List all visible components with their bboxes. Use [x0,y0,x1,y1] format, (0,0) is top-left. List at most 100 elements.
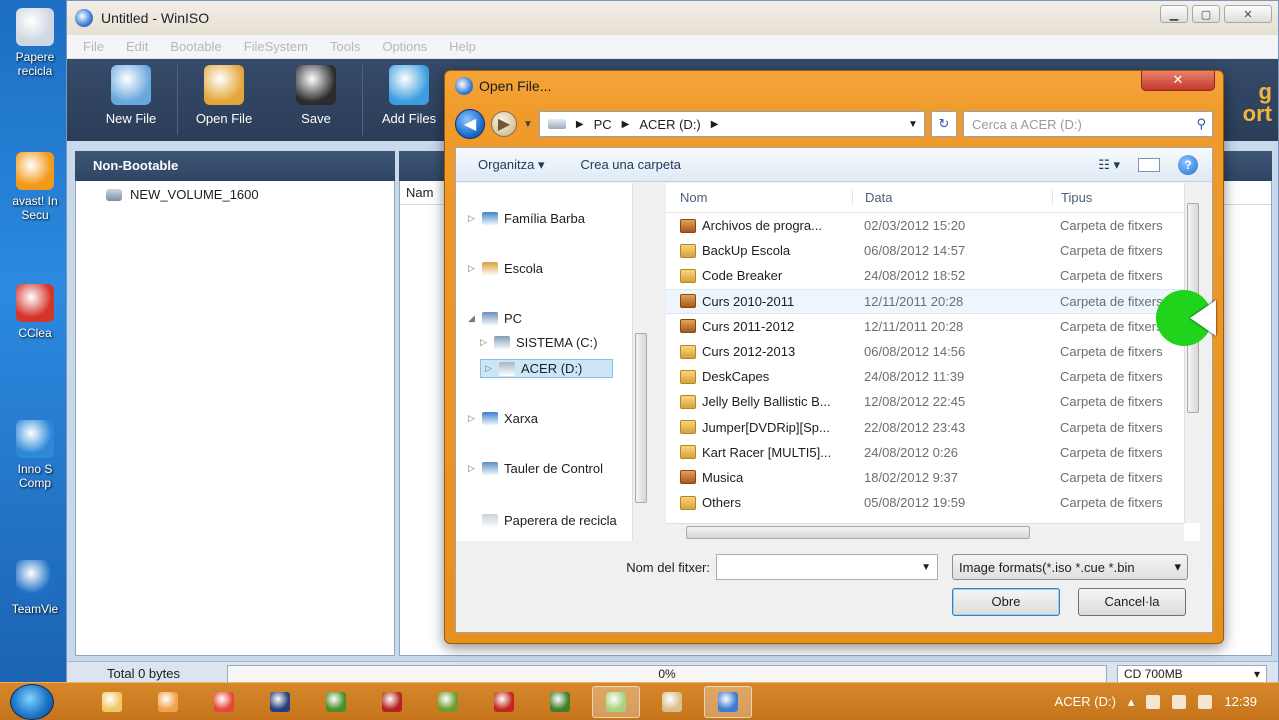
recent-locations-icon[interactable]: ▼ [523,119,533,130]
column-type[interactable]: Tipus [1052,190,1200,205]
menu-item-help[interactable]: Help [449,39,476,54]
file-row[interactable]: Kart Racer [MULTI5]... 24/08/2012 0:26 Car… [666,440,1200,465]
file-row[interactable]: DeskCapes 24/08/2012 11:39 Carpeta de fitx… [666,364,1200,389]
file-row[interactable]: Curs 2011-2012 12/11/2011 20:28 Carpeta de… [666,314,1200,339]
file-row[interactable]: Musica 18/02/2012 9:37 Carpeta de fitxers [666,465,1200,490]
flag-icon[interactable] [1146,694,1161,709]
taskbar-app-button[interactable] [88,686,136,718]
organize-menu[interactable]: Organitza ▾ [478,157,545,173]
minimize-icon[interactable]: ▁ [1160,5,1188,23]
file-row[interactable]: Curs 2010-2011 12/11/2011 20:28 Carpeta de… [666,288,1200,314]
nav-scrollbar[interactable] [632,183,648,541]
nav-item-escola[interactable]: ▷ Escola [468,261,543,276]
filename-input[interactable]: ▼ [716,554,938,580]
open-file-button[interactable]: Open File [178,59,270,126]
view-options-icon[interactable]: ☷ ▾ [1098,157,1120,173]
expand-arrow-icon[interactable]: ▷ [468,263,476,274]
column-name[interactable]: Nom [666,190,852,205]
file-row[interactable]: BackUp Escola 06/08/2012 14:57 Carpeta de … [666,238,1200,263]
path-segment-pc[interactable]: PC [594,117,612,132]
open-button[interactable]: Obre [952,588,1060,616]
file-row[interactable]: Jumper[DVDRip][Sp... 22/08/2012 23:43 Carp… [666,415,1200,440]
volume-icon[interactable] [1198,694,1213,709]
tray-drive-label[interactable]: ACER (D:) [1055,694,1116,709]
menu-item-options[interactable]: Options [382,39,427,54]
disc-type-select[interactable]: CD 700MB ▾ [1117,664,1267,683]
taskbar-app-button[interactable] [648,686,696,718]
file-row[interactable]: Archivos de progra... 02/03/2012 15:20 Car… [666,213,1200,238]
maximize-icon[interactable]: ▢ [1192,5,1220,23]
desktop-icon[interactable]: Papere recicla [4,8,66,78]
menu-item-file[interactable]: File [83,39,104,54]
menu-item-bootable[interactable]: Bootable [170,39,221,54]
new-file-button[interactable]: New File [85,59,177,126]
menu-item-filesystem[interactable]: FileSystem [244,39,308,54]
clock[interactable]: 12:39 [1224,694,1257,709]
column-date[interactable]: Data [852,190,1052,205]
taskbar-app-button[interactable] [424,686,472,718]
expand-arrow-icon[interactable]: ▷ [468,413,476,424]
desktop-icon[interactable]: CClea [4,284,66,340]
chevron-down-icon[interactable]: ▼ [921,562,931,573]
file-list-vscrollbar[interactable] [1184,183,1200,523]
add-files-button[interactable]: Add Files [363,59,455,126]
path-segment-drive[interactable]: ACER (D:) [639,117,700,132]
search-input[interactable]: Cerca a ACER (D:) ⚲ [963,111,1213,137]
taskbar-app-button[interactable] [536,686,584,718]
taskbar-app-button[interactable] [256,686,304,718]
nav-item-acer-d[interactable]: ▷ ACER (D:) [480,359,614,378]
back-button[interactable]: ◀ [455,109,485,139]
dialog-close-button[interactable]: ✕ [1141,71,1215,91]
nav-item-xarxa[interactable]: ▷ Xarxa [468,411,538,426]
preview-pane-icon[interactable] [1138,157,1160,172]
new-folder-button[interactable]: Crea una carpeta [581,157,681,172]
folder-icon [680,344,696,359]
desktop-icon[interactable]: Inno S Comp [4,420,66,490]
taskbar-app-button[interactable] [144,686,192,718]
taskbar-app-button[interactable] [368,686,416,718]
start-button[interactable] [10,683,54,720]
volume-item[interactable]: NEW_VOLUME_1600 [76,181,394,202]
menu-item-edit[interactable]: Edit [126,39,148,54]
desktop-icon[interactable]: TeamVie [4,560,66,616]
taskbar-app-button[interactable] [704,685,752,718]
nav-item-paperera-de-recicla[interactable]: Paperera de recicla [468,513,617,528]
nav-item-tauler-de-control[interactable]: ▷ Tauler de Control [468,461,603,476]
address-dropdown-icon[interactable]: ▼ [902,119,924,130]
expand-arrow-icon[interactable]: ▷ [480,337,488,348]
file-list-hscrollbar[interactable] [666,523,1184,541]
taskbar-app-button[interactable] [200,686,248,718]
menu-item-tools[interactable]: Tools [330,39,360,54]
desktop-icon[interactable]: avast! In Secu [4,152,66,222]
refresh-button[interactable]: ↻ [931,111,957,137]
cancel-button[interactable]: Cancel·la [1078,588,1186,616]
nav-item-fam-lia-barba[interactable]: ▷ Família Barba [468,211,585,226]
taskbar-apps [88,685,752,718]
expand-arrow-icon[interactable]: ▷ [468,463,476,474]
save-button[interactable]: Save [270,59,362,126]
network-icon[interactable] [1172,694,1187,709]
file-row[interactable]: Jelly Belly Ballistic B... 12/08/2012 22:… [666,389,1200,414]
expand-arrow-icon[interactable]: ▷ [468,213,476,224]
taskbar-app-button[interactable] [312,686,360,718]
filetype-select[interactable]: Image formats(*.iso *.cue *.bin ▾ [952,554,1188,580]
expand-arrow-icon[interactable]: ◢ [468,313,476,324]
file-row[interactable]: Code Breaker 24/08/2012 18:52 Carpeta de f… [666,263,1200,288]
close-icon[interactable]: ✕ [1224,5,1272,23]
dialog-titlebar[interactable]: Open File... [455,77,551,95]
search-placeholder: Cerca a ACER (D:) [972,116,1082,132]
nav-item-sistema-c[interactable]: ▷ SISTEMA (C:) [480,335,598,350]
help-icon[interactable]: ? [1178,154,1198,175]
nav-item-pc[interactable]: ◢ PC [468,311,522,326]
expand-arrow-icon[interactable]: ▷ [485,363,493,374]
nav-scroll-thumb[interactable] [635,333,647,503]
file-hscroll-thumb[interactable] [686,526,1030,539]
forward-button[interactable]: ▶ [491,111,517,137]
file-row[interactable]: Others 05/08/2012 19:59 Carpeta de fitxers [666,490,1200,515]
file-row[interactable]: Curs 2012-2013 06/08/2012 14:56 Carpeta de… [666,339,1200,364]
taskbar-app-button[interactable] [480,686,528,718]
winiso-titlebar[interactable]: Untitled - WinISO ▁ ▢ ✕ [67,1,1278,35]
taskbar-app-button[interactable] [592,685,640,718]
address-bar[interactable]: ▶ PC ▶ ACER (D:) ▶ ▼ [538,111,925,137]
tray-expand-icon[interactable]: ▴ [1128,694,1135,710]
